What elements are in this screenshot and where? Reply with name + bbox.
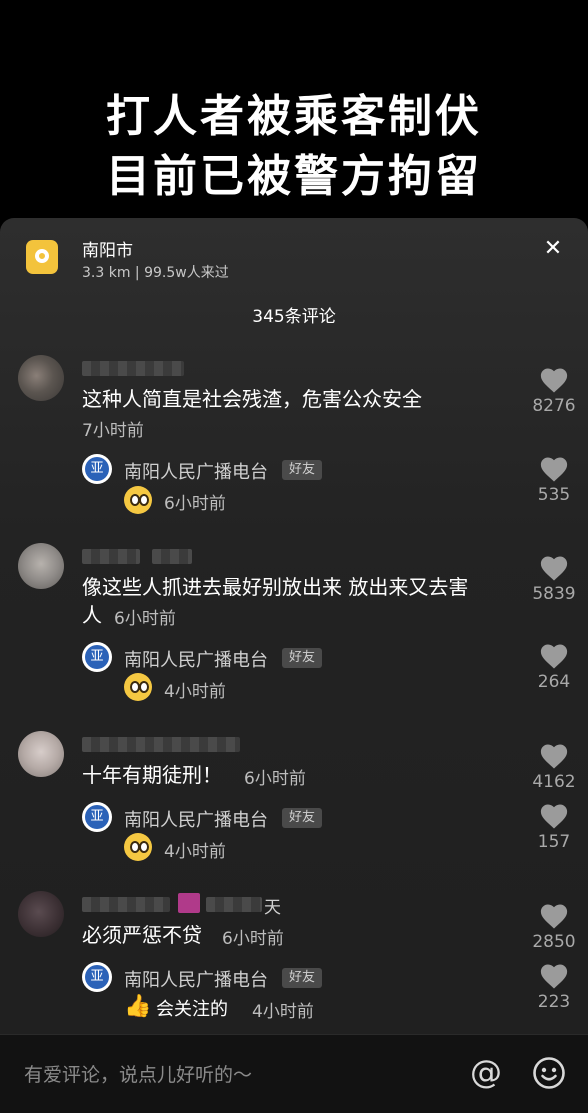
comment-time: 6小时前 [114,609,176,629]
comment-time: 6小时前 [222,929,284,949]
reply-avatar[interactable] [82,962,112,992]
reply-avatar[interactable] [82,642,112,672]
smiley-icon[interactable] [532,1056,566,1090]
like-button[interactable]: 5839 [524,554,584,604]
heart-icon [540,964,568,989]
reply-time: 4小时前 [164,682,226,702]
avatar[interactable] [18,731,64,777]
username-emoji-blurred [178,893,200,913]
video-caption-line-1: 打人者被乘客制伏 [106,91,482,142]
comment-input-placeholder[interactable]: 有爱评论，说点儿好听的～ [24,1060,252,1087]
reply-time: 4小时前 [164,842,226,862]
reply-avatar[interactable] [82,802,112,832]
like-count: 157 [537,832,571,852]
username-blurred[interactable] [152,549,192,564]
location-pin-icon[interactable] [26,240,58,274]
username-blurred[interactable] [82,361,184,376]
reply-like-button[interactable]: 157 [524,802,584,852]
comment-text: 这种人简直是社会残渣，危害公众安全 [82,387,422,411]
comment-time: 6小时前 [244,769,306,789]
username-blurred[interactable] [82,549,140,564]
reply-avatar[interactable] [82,454,112,484]
reply-username[interactable]: 南阳人民广播电台 [124,458,268,484]
location-subtitle: 3.3 km | 99.5w人来过 [82,265,229,281]
like-count: 2850 [532,932,576,952]
heart-icon [540,744,568,769]
like-count: 223 [537,992,571,1012]
video-caption-line-2: 目前已被警方拘留 [106,151,482,202]
like-count: 8276 [532,396,576,416]
username-blurred[interactable] [82,897,170,912]
like-count: 4162 [532,772,576,792]
like-button[interactable]: 8276 [524,366,584,416]
comment-text: 必须严惩不贷 [82,923,202,947]
like-count: 5839 [532,584,576,604]
reply-time: 6小时前 [164,494,226,514]
pleading-face-emoji [124,673,152,701]
friend-badge: 好友 [282,968,322,988]
reply-username[interactable]: 南阳人民广播电台 [124,646,268,672]
location-title[interactable]: 南阳市 [82,236,133,261]
username-blurred[interactable] [82,737,240,752]
at-icon[interactable]: @ [468,1054,504,1090]
comment-time: 7小时前 [82,421,144,441]
reply-like-button[interactable]: 264 [524,642,584,692]
heart-icon [540,804,568,829]
pleading-face-emoji [124,833,152,861]
username-blurred[interactable] [206,897,262,912]
heart-icon [540,644,568,669]
like-button[interactable]: 4162 [524,742,584,792]
comment-text: 十年有期徒刑！ [82,763,222,787]
pleading-face-emoji [124,486,152,514]
comment-text-line-1: 像这些人抓进去最好别放出来 放出来又去害 [82,575,469,599]
heart-icon [540,904,568,929]
avatar[interactable] [18,891,64,937]
friend-badge: 好友 [282,648,322,668]
friend-badge: 好友 [282,808,322,828]
like-button[interactable]: 2850 [524,902,584,952]
reply-text: 会关注的 [156,999,228,1020]
avatar[interactable] [18,543,64,589]
heart-icon [540,368,568,393]
reply-username[interactable]: 南阳人民广播电台 [124,966,268,992]
comments-count: 345条评论 [252,307,336,327]
username-suffix: 天 [264,898,281,918]
reply-like-button[interactable]: 223 [524,962,584,1012]
thumbs-up-emoji: 👍 [124,994,152,1019]
reply-time: 4小时前 [252,1002,314,1022]
comment-text-line-2: 人 [82,603,102,627]
close-icon[interactable]: ✕ [538,234,568,264]
reply-username[interactable]: 南阳人民广播电台 [124,806,268,832]
like-count: 264 [537,672,571,692]
heart-icon [540,556,568,581]
avatar[interactable] [18,355,64,401]
reply-like-button[interactable]: 535 [524,455,584,505]
like-count: 535 [537,485,571,505]
friend-badge: 好友 [282,460,322,480]
heart-icon [540,457,568,482]
